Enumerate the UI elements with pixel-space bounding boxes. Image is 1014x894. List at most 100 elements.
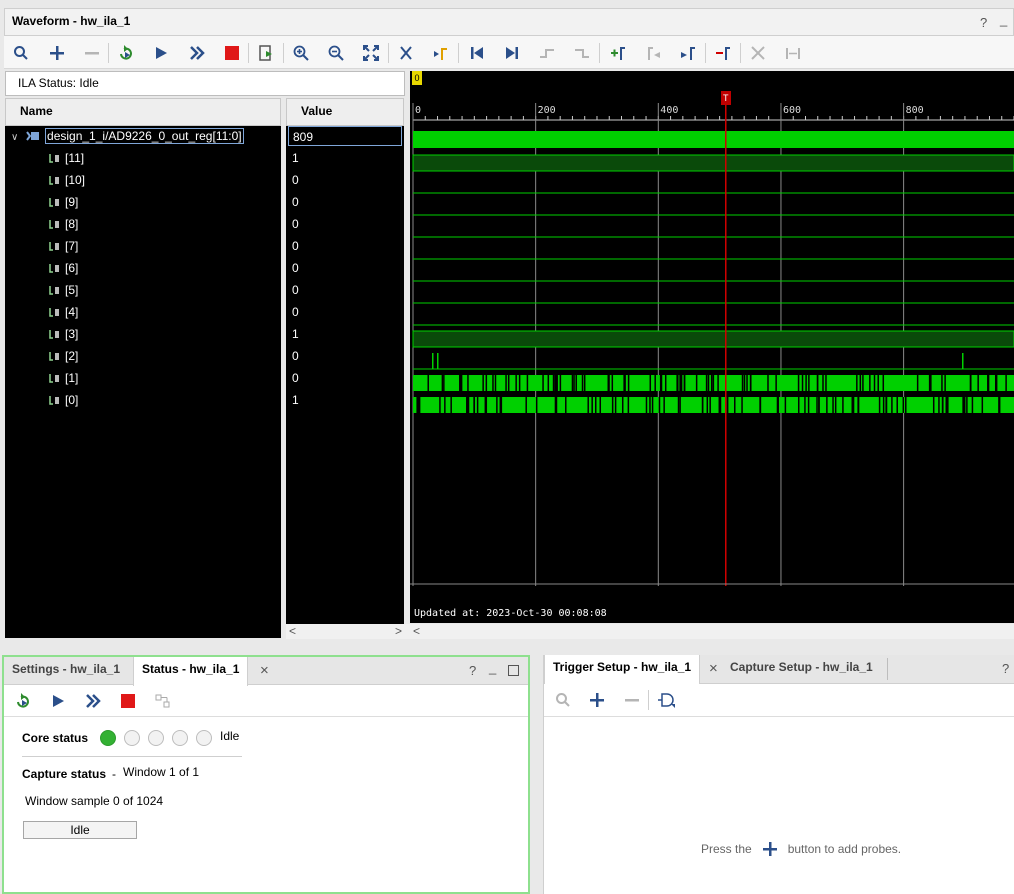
trigger-condition-icon[interactable] [656,689,678,711]
signal-row[interactable]: [8] [49,214,78,234]
previous-transition-icon[interactable] [536,42,558,64]
signal-bit-value: 0 [292,217,299,231]
measure-icon[interactable] [782,42,804,64]
pulse [437,353,439,369]
help-button[interactable]: ? [1002,661,1009,676]
add-icon[interactable] [46,42,68,64]
toggle-gap [869,375,871,391]
toggle-gap [695,375,698,391]
toggle-gap [542,375,544,391]
settings-layout-icon[interactable] [152,690,174,712]
tab-settings[interactable]: Settings - hw_ila_1 [4,657,128,685]
signal-bit-icon [49,370,61,383]
zoom-fit-icon[interactable] [360,42,382,64]
signal-bit-value: 1 [292,327,299,341]
scroll-left-icon[interactable]: < [289,624,296,638]
signal-row[interactable]: [10] [49,170,85,190]
signal-row[interactable]: [6] [49,258,78,278]
go-to-end-icon[interactable] [501,42,523,64]
tab-capture-setup[interactable]: Capture Setup - hw_ila_1 [722,655,881,683]
add-probe-icon[interactable] [586,689,608,711]
name-column-header[interactable]: Name [5,98,281,126]
remove-icon[interactable] [81,42,103,64]
toggle-gap [507,375,510,391]
toggle-gap [808,375,810,391]
search-icon[interactable] [552,689,574,711]
toggle-gap [804,397,806,413]
delete-marker-icon[interactable] [712,42,734,64]
remove-probe-icon[interactable] [621,689,643,711]
trigger-setup-panel: Trigger Setup - hw_ila_1 × Capture Setup… [543,655,1014,894]
close-tab-icon[interactable]: × [260,662,269,679]
origin-marker[interactable]: 0 [412,71,422,85]
toggle-gap [856,375,858,391]
toggle-gap [832,397,834,413]
add-icon[interactable] [762,841,778,857]
stop-icon[interactable] [221,42,243,64]
scroll-right-icon[interactable]: > [395,624,402,638]
run-trigger-immediate-icon[interactable] [12,690,34,712]
previous-marker-icon[interactable] [642,42,664,64]
minimize-button[interactable]: _ [489,660,496,675]
next-transition-icon[interactable] [571,42,593,64]
run-trigger-icon[interactable] [150,42,172,64]
run-trigger-icon[interactable] [47,690,69,712]
search-icon[interactable] [10,42,32,64]
help-button[interactable]: ? [980,15,987,30]
add-marker-icon[interactable] [607,42,629,64]
stop-icon[interactable] [117,690,139,712]
status-panel-tabs: Settings - hw_ila_1 Status - hw_ila_1 × … [4,657,528,686]
signal-row[interactable]: [0] [49,390,78,410]
export-icon[interactable] [255,42,277,64]
signal-row[interactable]: [2] [49,346,78,366]
idle-button[interactable]: Idle [23,821,137,839]
toggle-gap [677,375,679,391]
delete-all-markers-icon[interactable] [747,42,769,64]
toggle-gap [443,375,445,391]
signal-row[interactable]: [7] [49,236,78,256]
wave-scroll-left-icon[interactable]: < [413,624,420,638]
bus-row[interactable]: ∨ design_1_i/AD9226_0_out_reg[11:0] [11,126,244,146]
signal-row[interactable]: [1] [49,368,78,388]
signal-row[interactable]: [9] [49,192,78,212]
signal-bit-name: [11] [65,151,85,165]
expand-chevron-icon[interactable]: ∨ [11,132,18,143]
cursor-icon[interactable] [395,42,417,64]
status-toolbar [4,685,528,717]
zoom-out-icon[interactable] [325,42,347,64]
toggle-gap [535,397,538,413]
maximize-icon[interactable] [508,665,519,676]
waveform-canvas[interactable]: 0 T 0 200 400 600 800 Updated at: 2023-Oct-3… [410,71,1014,623]
run-continuous-icon[interactable] [82,690,104,712]
run-continuous-icon[interactable] [186,42,208,64]
trigger-marker[interactable]: T [720,91,731,105]
toggle-gap [627,397,630,413]
go-to-cursor-icon[interactable] [430,42,452,64]
signal-row[interactable]: [4] [49,302,78,322]
waveform-scroll-row: < > < [286,624,1014,639]
tab-trigger-setup[interactable]: Trigger Setup - hw_ila_1 [544,655,701,684]
signal-row[interactable]: [5] [49,280,78,300]
toggle-gap [842,397,844,413]
tab-status[interactable]: Status - hw_ila_1 [133,657,249,686]
minimize-button[interactable]: _ [1000,12,1007,27]
toggle-gap [930,375,932,391]
toggle-gap [621,397,624,413]
toggle-gap [707,375,710,391]
help-button[interactable]: ? [469,663,476,678]
toggle-gap [485,375,488,391]
toggle-gap [649,375,652,391]
zoom-in-icon[interactable] [290,42,312,64]
signal-row[interactable]: [3] [49,324,78,344]
toggle-gap [547,375,550,391]
close-tab-icon[interactable]: × [709,660,718,677]
toggle-gap [873,375,876,391]
run-trigger-immediate-icon[interactable] [115,42,137,64]
trigger-panel-tabs: Trigger Setup - hw_ila_1 × Capture Setup… [544,655,1014,684]
toggle-gap [822,375,824,391]
next-marker-icon[interactable] [677,42,699,64]
value-column-header[interactable]: Value [286,98,404,126]
toggle-gap [726,397,729,413]
go-to-start-icon[interactable] [466,42,488,64]
signal-row[interactable]: [11] [49,148,84,168]
